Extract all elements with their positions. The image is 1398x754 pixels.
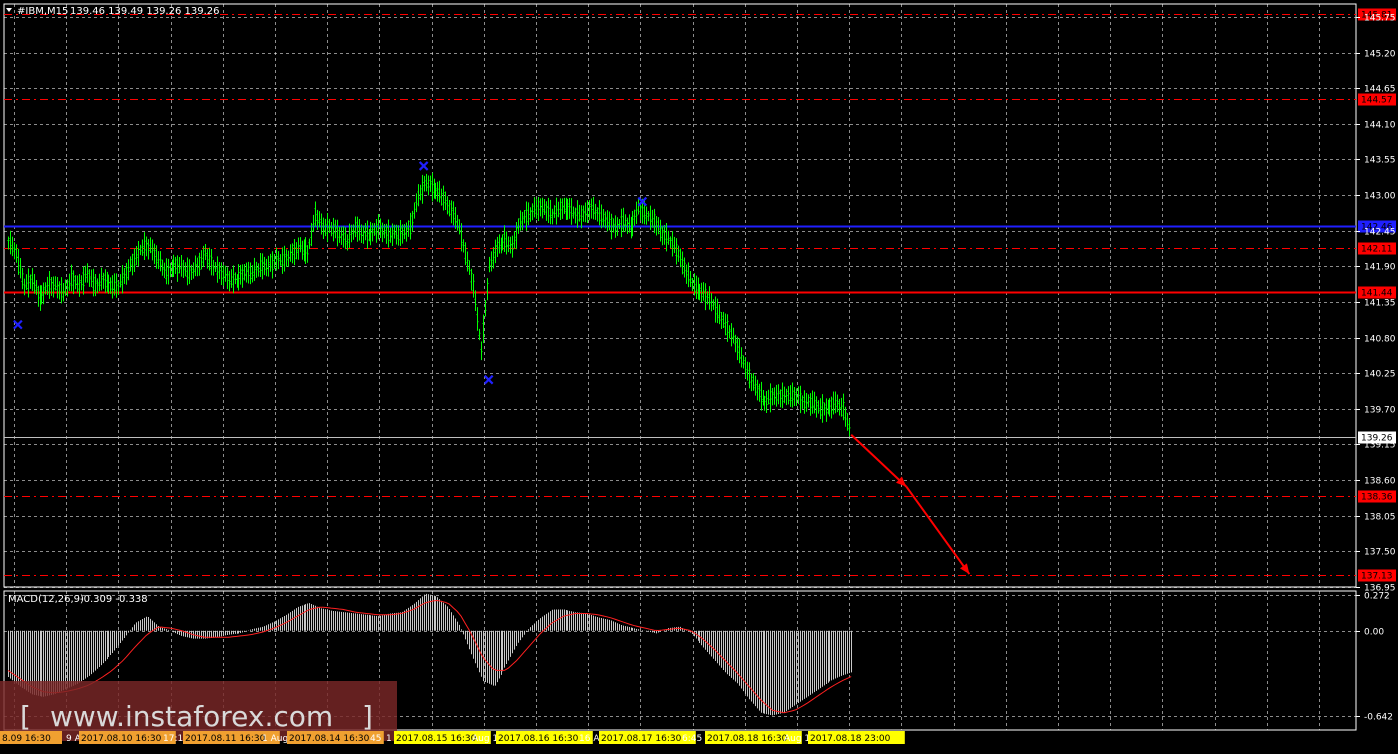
time-tick-label: 8.09 16:30 <box>2 734 51 744</box>
price-tick-label: 145.20 <box>1364 50 1396 60</box>
price-tick-label: 141.35 <box>1364 299 1396 309</box>
time-tick-label: 1 <box>386 734 392 744</box>
trading-terminal-chart[interactable]: 145.81 144.57 142.46 142.11 141.44 138.36 137.… <box>0 0 1398 750</box>
watermark-close-bracket: ] <box>362 700 373 733</box>
time-tick-label: 6:45 <box>682 734 702 744</box>
level-price-label: 144.57 <box>1361 96 1393 106</box>
macd-tick-label: 0.00 <box>1364 628 1384 638</box>
watermark-open-bracket: [ <box>20 700 31 733</box>
macd-values: -0.309 -0.338 <box>80 594 148 605</box>
price-tick-label: 144.10 <box>1364 121 1396 131</box>
time-tick-label: 2017.08.18 16:30 <box>707 734 788 744</box>
price-tick-label: 138.05 <box>1364 513 1396 523</box>
watermark-text: www.instaforex.com <box>50 700 333 733</box>
time-tick-label: 1 Aug <box>262 734 288 744</box>
price-tick-label: 139.15 <box>1364 441 1396 451</box>
price-tick-label: 140.80 <box>1364 335 1396 345</box>
price-tick-label: 140.25 <box>1364 370 1396 380</box>
price-tick-label: 143.00 <box>1364 192 1396 202</box>
time-axis[interactable]: 8.09 16:30 9 A 2017.08.10 16:30 17:1 2017.08… <box>0 731 905 744</box>
time-tick-label: 17:1 <box>163 734 183 744</box>
price-tick-label: 144.65 <box>1364 85 1396 95</box>
price-tick-label: 139.70 <box>1364 406 1396 416</box>
time-tick-label: 2017.08.15 16:30 <box>396 734 477 744</box>
price-tick-label: 141.90 <box>1364 263 1396 273</box>
level-price-label: 141.44 <box>1361 289 1393 299</box>
level-price-label: 137.13 <box>1361 572 1393 582</box>
level-price-label: 138.36 <box>1361 493 1393 503</box>
ohlc-label: 139.46 139.49 139.26 139.26 <box>70 6 220 17</box>
time-tick-label: 16 A <box>579 734 600 744</box>
price-tick-label: 143.55 <box>1364 156 1396 166</box>
price-tick-label: 142.45 <box>1364 228 1396 238</box>
time-tick-label: 2017.08.16 16:30 <box>498 734 579 744</box>
time-tick-label: 2017.08.10 16:30 <box>81 734 162 744</box>
time-tick-label: Aug 1 <box>784 734 810 744</box>
macd-tick-label: 0.272 <box>1364 592 1390 602</box>
time-tick-label: 45 <box>370 734 381 744</box>
price-tick-label: 138.60 <box>1364 477 1396 487</box>
macd-label: MACD(12,26,9) <box>8 594 84 605</box>
time-tick-label: 2017.08.18 23:00 <box>810 734 891 744</box>
time-tick-label: 2017.08.11 16:30 <box>185 734 266 744</box>
symbol-label: #IBM,M15 <box>17 6 68 17</box>
time-tick-label: 2017.08.17 16:30 <box>601 734 682 744</box>
price-tick-label: 145.75 <box>1364 14 1396 24</box>
time-tick-label: 2017.08.14 16:30 <box>289 734 370 744</box>
macd-tick-label: -0.642 <box>1364 713 1393 723</box>
price-tick-label: 137.50 <box>1364 548 1396 558</box>
level-price-label: 142.11 <box>1361 245 1393 255</box>
